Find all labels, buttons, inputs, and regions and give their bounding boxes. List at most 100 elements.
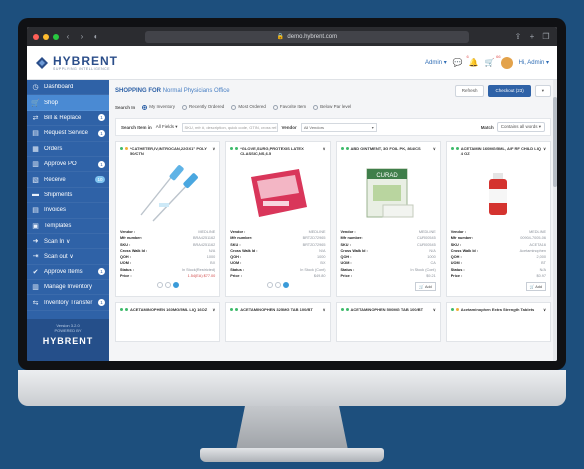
sidebar-item-label: Dashboard <box>44 84 74 91</box>
powered-by-text: POWERED BY <box>54 328 82 334</box>
product-image <box>451 163 546 225</box>
sidebar-item[interactable]: ▬ Shipments <box>27 188 109 204</box>
chat-icon[interactable]: 💬 6 <box>453 54 469 67</box>
sidebar-item[interactable]: ➜ Scan In ∨ <box>27 234 109 250</box>
refresh-button[interactable]: Refresh <box>454 85 485 97</box>
product-card[interactable]: ACETAMINOPHEN 160MG/5ML LIQ 16OZ ∨ <box>115 302 221 342</box>
search-item-label: Search Item in <box>121 124 152 130</box>
product-title[interactable]: ACETAMINOPHEN 325MG TAB 100/BT ∨ <box>230 307 326 319</box>
product-title[interactable]: ACETAMINOPHEN 500MG TAB 100/BT ∨ <box>340 307 436 319</box>
forward-arrow-icon[interactable]: › <box>77 32 87 41</box>
field-label: Price : <box>230 274 242 279</box>
checkout-button[interactable]: Checkout (23) <box>488 85 531 97</box>
chevron-down-icon[interactable]: ∨ <box>543 146 546 158</box>
sidebar-toggle-icon[interactable]: ◐ <box>91 32 101 41</box>
sidebar-item-label: Manage Inventory <box>44 284 93 291</box>
sidebar-item[interactable]: ▥ Manage Inventory <box>27 280 109 296</box>
sidebar-item[interactable]: ▥ Approve PO 1 <box>27 157 109 173</box>
sidebar-item[interactable]: 🛒 Shop <box>27 95 109 111</box>
sidebar-item[interactable]: ⇥ Scan out ∨ <box>27 249 109 265</box>
add-button[interactable]: 🛒 Add <box>415 282 436 291</box>
search-in-radio[interactable]: Recently Ordered <box>182 104 224 110</box>
all-fields-dropdown[interactable]: All Fields ▾ <box>156 124 178 130</box>
sidebar-item[interactable]: ⇆ Inventory Transfer 1 <box>27 295 109 311</box>
greeting-dropdown[interactable]: Hi, Admin ▾ <box>519 59 549 66</box>
sidebar-item[interactable]: ▤ Request Service 1 <box>27 126 109 142</box>
invoice-icon: ▤ <box>32 207 39 215</box>
receive-icon: ▧ <box>32 176 39 184</box>
sidebar-item[interactable]: ▤ Invoices <box>27 203 109 219</box>
chevron-down-icon[interactable]: ∨ <box>433 307 436 319</box>
favorite-icon[interactable] <box>156 282 163 289</box>
product-title[interactable]: *GLOVE,SURG,PROTEXIS LATEX CLASSIC,NS,6.… <box>230 146 326 158</box>
product-title[interactable]: *CATHETER,IV,INTROCAN,22GX1" POLY 50/CTN… <box>120 146 215 158</box>
count-badge: 1 <box>98 299 105 307</box>
checkout-menu-button[interactable]: ▾ <box>534 85 551 97</box>
cart-header-icon[interactable]: 🛒 66 <box>485 54 501 67</box>
shopping-for-title: SHOPPING FOR Normal Physicians Office <box>115 88 230 94</box>
add-to-cart-icon[interactable] <box>172 282 179 289</box>
scrollbar-thumb[interactable] <box>553 97 557 187</box>
add-to-cart-icon[interactable] <box>282 282 289 289</box>
status-dot <box>120 308 123 311</box>
favorite-icon[interactable] <box>266 282 273 289</box>
product-card[interactable]: *GLOVE,SURG,PROTEXIS LATEX CLASSIC,NS,6.… <box>225 141 331 297</box>
product-card[interactable]: ACETAMIN 160MG/5ML, A/F RF CHILD LIQ 4 O… <box>445 141 551 297</box>
sidebar-item-label: Approve Items <box>44 268 83 275</box>
chevron-down-icon[interactable]: ∨ <box>212 146 215 158</box>
product-card[interactable]: ABD OINTMENT, 3G FOIL PK, 864/CS ∨ CURAD Ve… <box>335 141 441 297</box>
product-title[interactable]: ACETAMIN 160MG/5ML, A/F RF CHILD LIQ 4 O… <box>450 146 546 158</box>
scan-out-icon: ⇥ <box>32 253 39 261</box>
sidebar-item[interactable]: ▦ Orders <box>27 142 109 157</box>
new-tab-icon[interactable]: + <box>527 32 537 41</box>
search-in-radio[interactable]: Below Par level <box>313 104 351 110</box>
avatar[interactable] <box>500 56 513 69</box>
sidebar-item-label: Templates <box>44 222 72 229</box>
sidebar-item-label: Inventory Transfer <box>44 299 93 306</box>
sidebar-item[interactable]: ◷ Dashboard <box>27 80 109 96</box>
chevron-down-icon[interactable]: ∨ <box>323 307 326 319</box>
product-title[interactable]: ACETAMINOPHEN 160MG/5ML LIQ 16OZ ∨ <box>120 307 215 319</box>
vendor-select[interactable]: All Vendors ▾ <box>300 122 377 132</box>
search-in-radio[interactable]: Favorite Item <box>272 104 306 110</box>
product-title[interactable]: Acetaminophen Extra Strength Tablets ∨ <box>450 307 546 319</box>
monitor-stand-base <box>200 448 384 462</box>
swap-icon: ⇄ <box>32 114 39 122</box>
transfer-icon: ⇆ <box>32 299 39 307</box>
product-card[interactable]: ACETAMINOPHEN 325MG TAB 100/BT ∨ <box>225 302 331 342</box>
search-in-radio[interactable]: Most Ordered <box>231 104 266 110</box>
bell-icon[interactable]: 🔔 <box>469 58 479 67</box>
back-arrow-icon[interactable]: ‹ <box>63 32 73 41</box>
info-icon[interactable] <box>274 282 281 289</box>
brand-name: HYBRENT <box>53 53 119 68</box>
chevron-down-icon[interactable]: ∨ <box>543 307 546 319</box>
maximize-window-button[interactable] <box>53 33 59 40</box>
user-dropdown[interactable]: Admin ▾ <box>425 59 447 66</box>
address-bar[interactable]: 🔒 demo.hybrent.com <box>145 30 469 43</box>
sidebar-item[interactable]: ▧ Receive 10 <box>27 172 109 188</box>
sidebar-item[interactable]: ▣ Templates <box>27 219 109 234</box>
close-window-button[interactable] <box>33 33 39 40</box>
share-icon[interactable]: ⇪ <box>513 32 523 41</box>
sidebar-item[interactable]: ⇄ Bill & Replace 1 <box>27 111 109 127</box>
minimize-window-button[interactable] <box>43 33 49 40</box>
info-icon[interactable] <box>164 282 171 289</box>
svg-text:CURAD: CURAD <box>376 173 398 179</box>
match-select[interactable]: Contains all words ▾ <box>496 122 545 132</box>
product-title[interactable]: ABD OINTMENT, 3G FOIL PK, 864/CS ∨ <box>340 146 436 158</box>
chevron-down-icon[interactable]: ∨ <box>433 146 436 158</box>
brand-logo[interactable]: HYBRENT SUPPLYING INTELLIGENCE <box>35 55 141 71</box>
product-card[interactable]: *CATHETER,IV,INTROCAN,22GX1" POLY 50/CTN… <box>115 141 221 297</box>
sidebar-item[interactable]: ✔ Approve Items 1 <box>27 265 109 281</box>
product-card[interactable]: Acetaminophen Extra Strength Tablets ∨ <box>445 302 551 342</box>
product-card[interactable]: ACETAMINOPHEN 500MG TAB 100/BT ∨ <box>335 302 441 342</box>
search-in-radio[interactable]: My Inventory <box>142 104 175 110</box>
template-icon: ▣ <box>32 222 39 230</box>
chevron-down-icon[interactable]: ∨ <box>323 146 326 158</box>
status-dot <box>340 308 344 311</box>
add-button[interactable]: 🛒 Add <box>525 282 546 291</box>
sidebar-item-label: Scan out ∨ <box>44 253 74 260</box>
tabs-overview-icon[interactable]: ❐ <box>541 32 551 41</box>
search-input[interactable]: SKU, mfr #, description, quick code, GTI… <box>181 122 278 132</box>
chevron-down-icon[interactable]: ∨ <box>212 307 215 319</box>
